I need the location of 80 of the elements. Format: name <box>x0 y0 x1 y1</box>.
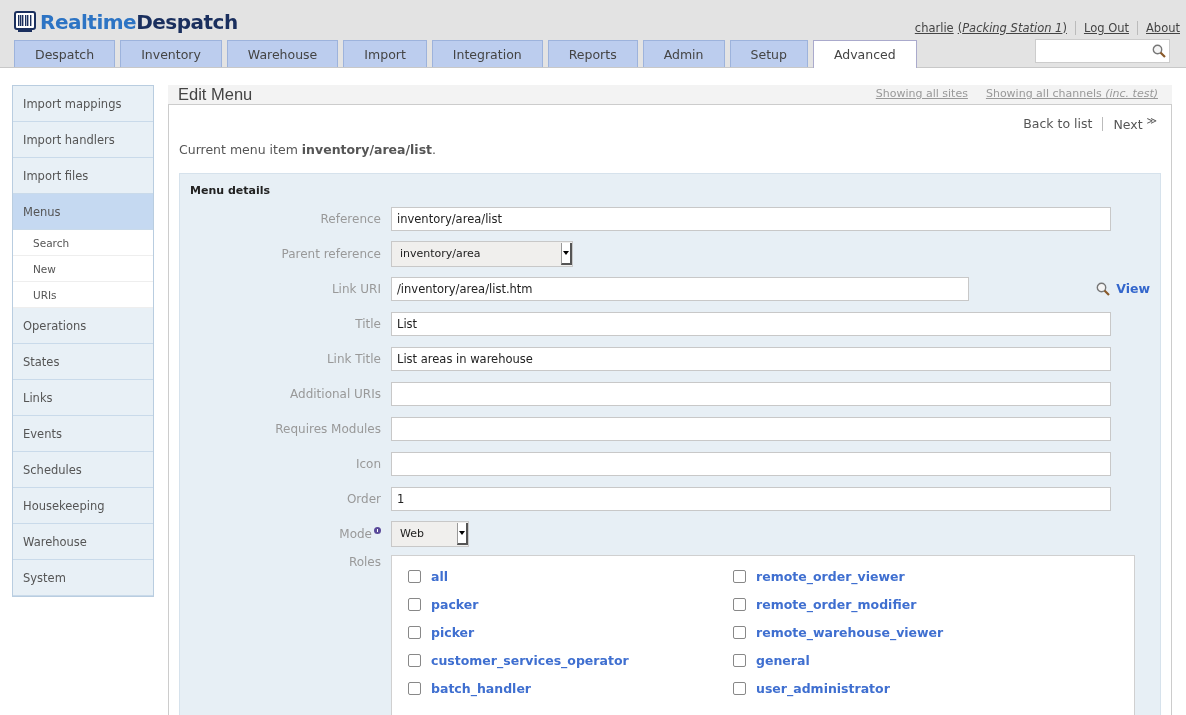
nav-tab[interactable]: Admin <box>642 40 725 67</box>
back-link[interactable]: Back to list <box>1023 116 1093 132</box>
text-field[interactable] <box>391 381 1111 406</box>
search-icon <box>1096 281 1111 296</box>
checkbox[interactable] <box>408 569 421 583</box>
text-field[interactable]: 1 <box>391 486 1111 511</box>
checkbox[interactable] <box>408 681 421 695</box>
field-label: Additional URIs <box>289 386 381 401</box>
current-item-text: Current menu item inventory/area/list. <box>179 142 438 158</box>
logo-text: RealtimeDespatch <box>40 9 238 34</box>
checkbox[interactable] <box>733 569 746 583</box>
sidebar-item[interactable]: Housekeeping <box>13 488 153 524</box>
field-label: Roles <box>347 555 381 572</box>
text-field[interactable]: List areas in warehouse <box>391 346 1111 371</box>
nav-tab[interactable]: Integration <box>431 40 543 67</box>
text-field[interactable] <box>391 416 1111 441</box>
checkbox[interactable] <box>408 625 421 639</box>
sidebar-item[interactable]: Import handlers <box>13 122 153 158</box>
sidebar-item[interactable]: Warehouse <box>13 524 153 560</box>
text-field[interactable]: List <box>391 311 1111 336</box>
barcode-logo-icon <box>14 10 36 33</box>
sidebar-item[interactable]: Operations <box>13 308 153 344</box>
field-label: Mode <box>339 526 372 541</box>
field-label: Order <box>345 491 381 506</box>
nav-tab[interactable]: Setup <box>729 40 808 67</box>
about-link[interactable]: About <box>1146 20 1180 35</box>
text-field[interactable]: inventory/area/list <box>391 206 1111 231</box>
next-link[interactable]: Next $^{≫}$ <box>1113 115 1157 133</box>
role-link[interactable]: user_administrator <box>756 680 890 696</box>
logout-link[interactable]: Log Out <box>1083 20 1129 35</box>
checkbox[interactable] <box>733 597 746 611</box>
select-field[interactable]: inventory/area <box>391 240 573 267</box>
field-label: Parent reference <box>280 246 381 261</box>
station-link[interactable]: (Packing Station 1) <box>957 20 1067 35</box>
checkbox[interactable] <box>733 653 746 667</box>
field-label: Requires Modules <box>274 421 381 436</box>
nav-tab[interactable]: Inventory <box>120 40 222 67</box>
role-link[interactable]: remote_order_modifier <box>756 596 917 612</box>
search-icon <box>1152 44 1166 58</box>
checkbox[interactable] <box>733 625 746 639</box>
user-link[interactable]: charlie <box>914 20 954 35</box>
role-link[interactable]: remote_order_viewer <box>756 568 905 584</box>
sidebar-item[interactable]: States <box>13 344 153 380</box>
panel-title: Edit Menu <box>178 85 253 104</box>
caret-icon <box>459 530 465 535</box>
checkbox[interactable] <box>408 653 421 667</box>
role-link[interactable]: remote_warehouse_viewer <box>756 624 944 640</box>
nav-tab[interactable]: Warehouse <box>226 40 339 67</box>
role-link[interactable]: all <box>431 568 448 584</box>
field-label: Title <box>354 316 381 331</box>
sidebar-item[interactable]: Links <box>13 380 153 416</box>
role-link[interactable]: batch_handler <box>431 680 532 696</box>
text-field[interactable] <box>391 451 1111 476</box>
sidebar-item[interactable]: Import mappings <box>13 86 153 122</box>
caret-icon <box>563 250 569 255</box>
section-title: Menu details <box>190 184 271 198</box>
nav-tab[interactable]: Despatch <box>14 40 116 67</box>
field-label: Icon <box>354 456 381 471</box>
field-label: Link Title <box>325 351 381 366</box>
select-field[interactable]: Web <box>391 520 469 547</box>
sidebar-item[interactable]: Schedules <box>13 452 153 488</box>
sidebar-item[interactable]: System <box>13 560 153 596</box>
nav-tab[interactable]: Advanced <box>812 40 917 68</box>
role-link[interactable]: packer <box>431 596 479 612</box>
search-field[interactable] <box>1035 39 1170 63</box>
checkbox[interactable] <box>733 681 746 695</box>
nav-tab[interactable]: Import <box>343 40 427 67</box>
sidebar-item[interactable]: Import files <box>13 158 153 194</box>
info-icon <box>374 526 381 534</box>
view-link[interactable]: View <box>1096 281 1150 297</box>
role-link[interactable]: customer_services_operator <box>431 652 629 668</box>
role-link[interactable]: picker <box>431 624 475 640</box>
text-field[interactable]: /inventory/area/list.htm <box>391 276 969 301</box>
role-link[interactable]: general <box>756 652 810 668</box>
nav-tab[interactable]: Reports <box>547 40 638 67</box>
sidebar-item[interactable]: Menus <box>13 194 153 230</box>
field-label: Link URI <box>330 281 381 296</box>
checkbox[interactable] <box>408 597 421 611</box>
field-label: Reference <box>319 211 381 226</box>
sidebar-item[interactable]: Events <box>13 416 153 452</box>
